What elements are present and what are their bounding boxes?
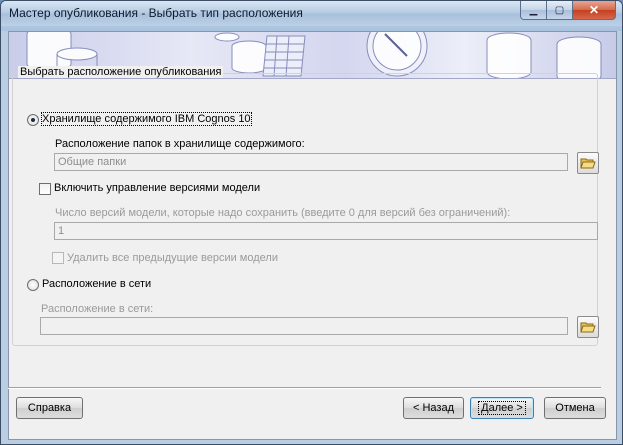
cancel-button-label: Отмена [555, 402, 595, 414]
network-browse-button[interactable] [577, 316, 599, 338]
title-bar[interactable]: Мастер опубликования - Выбрать тип распо… [1, 1, 622, 26]
window-title: Мастер опубликования - Выбрать тип распо… [9, 6, 303, 20]
folder-location-field[interactable]: Общие папки [54, 153, 568, 171]
help-button[interactable]: Справка [16, 397, 83, 419]
db-cylinder-graphic [231, 46, 267, 74]
footer-separator [8, 387, 601, 389]
content-store-radio[interactable] [27, 114, 39, 126]
versions-count-label: Число версий модели, которые надо сохран… [55, 207, 511, 219]
open-folder-icon [580, 322, 596, 333]
spreadsheet-graphic [262, 35, 306, 77]
next-button-label: Далее > [478, 401, 526, 415]
network-path-label: Расположение в сети: [41, 303, 154, 315]
wizard-window: Мастер опубликования - Выбрать тип распо… [0, 0, 623, 445]
help-button-label: Справка [27, 402, 72, 414]
back-button-label: < Назад [413, 402, 454, 414]
folder-location-label: Расположение папок в хранилище содержимо… [55, 138, 305, 150]
db-cylinder-graphic [214, 32, 240, 42]
versioning-checkbox-label[interactable]: Включить управление версиями модели [54, 182, 260, 194]
minimize-icon: ▁ [529, 4, 538, 16]
db-cylinder-graphic [56, 47, 98, 61]
group-legend: Выбрать расположение опубликования [18, 66, 224, 78]
versioning-checkbox[interactable] [39, 183, 51, 195]
close-button[interactable]: ✕ [573, 1, 616, 20]
network-path-field[interactable] [40, 317, 568, 335]
minimize-button[interactable]: ▁ [520, 1, 547, 20]
network-location-radio-label[interactable]: Расположение в сети [42, 278, 151, 290]
maximize-icon: ▢ [554, 4, 565, 16]
delete-versions-checkbox[interactable] [52, 252, 64, 264]
delete-versions-label: Удалить все предыдущие версии модели [67, 252, 278, 264]
content-store-radio-label[interactable]: Хранилище содержимого IBM Cognos 10 [41, 112, 252, 126]
network-location-radio[interactable] [27, 279, 39, 291]
open-folder-icon [580, 158, 596, 169]
back-button[interactable]: < Назад [403, 397, 464, 419]
cancel-button[interactable]: Отмена [544, 397, 606, 419]
versions-count-field[interactable]: 1 [54, 222, 598, 240]
caption-buttons: ▁ ▢ ✕ [520, 1, 616, 20]
next-button[interactable]: Далее > [470, 397, 534, 419]
folder-browse-button[interactable] [577, 152, 599, 174]
close-icon: ✕ [588, 3, 600, 17]
maximize-button[interactable]: ▢ [547, 1, 573, 20]
